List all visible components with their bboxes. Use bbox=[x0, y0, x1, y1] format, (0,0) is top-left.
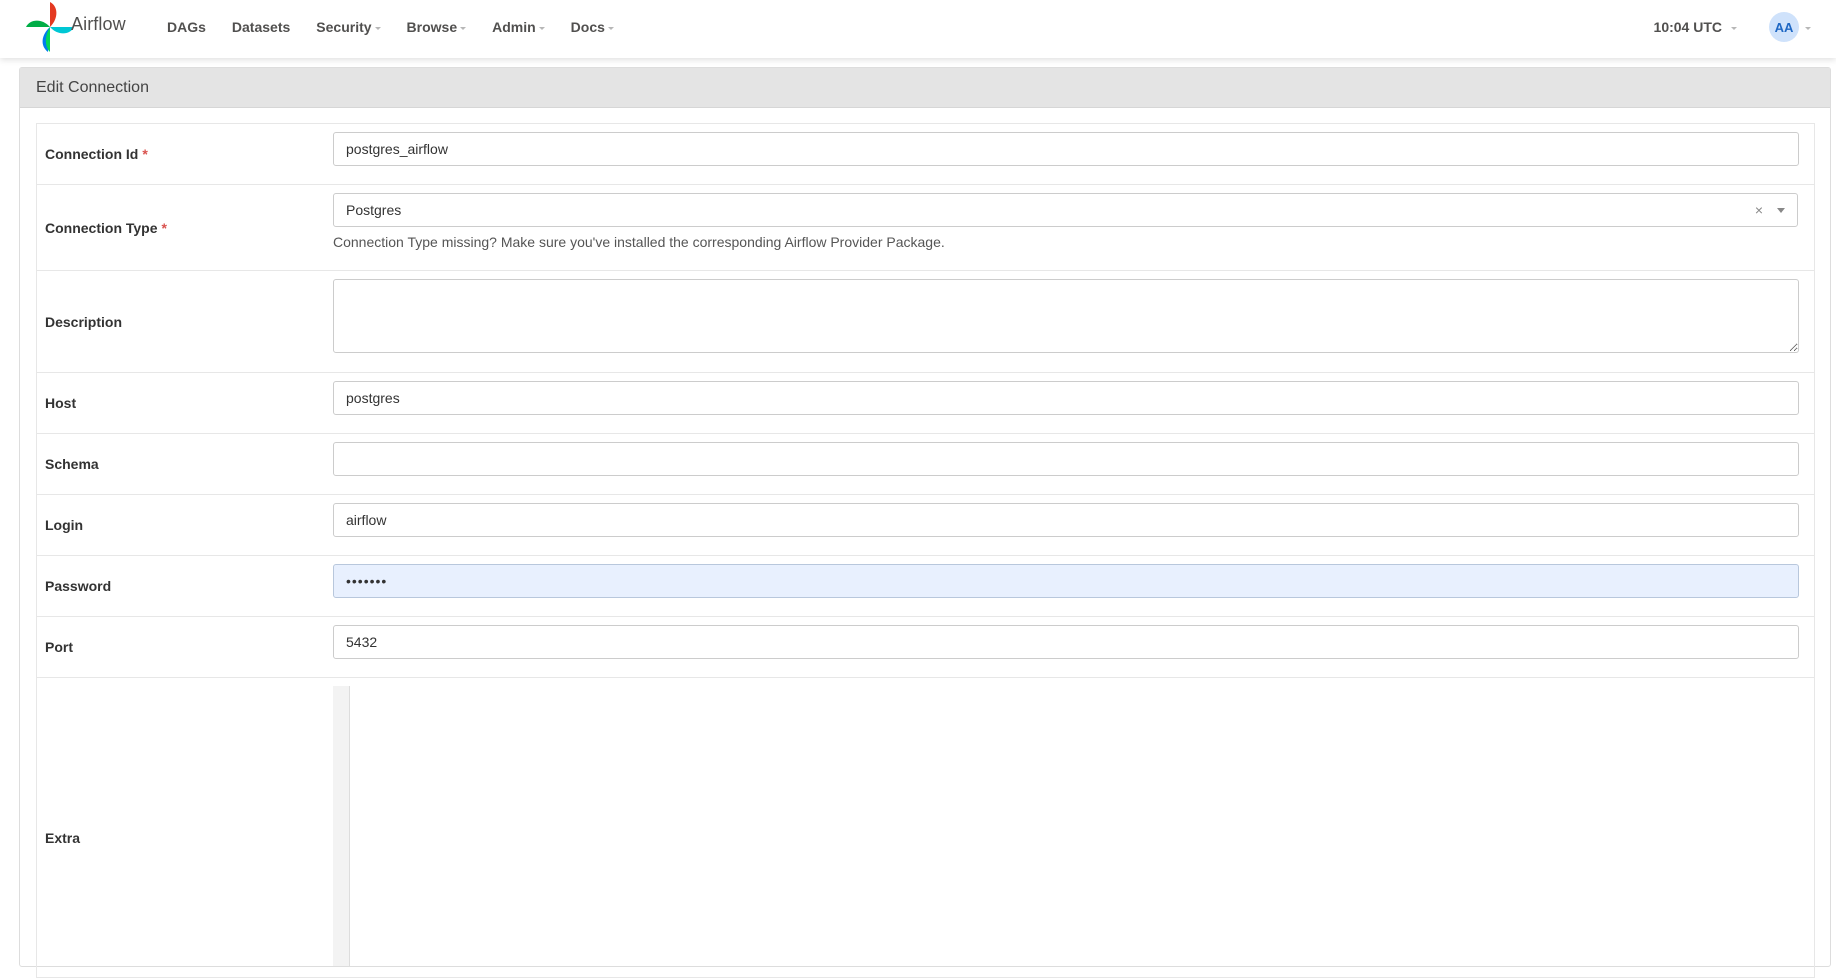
caret-down-icon bbox=[607, 27, 614, 30]
host-input[interactable] bbox=[333, 381, 1799, 415]
connection-type-selected-value: Postgres bbox=[346, 202, 402, 218]
connection-id-label: Connection Id * bbox=[37, 124, 333, 184]
schema-field-cell bbox=[333, 434, 1814, 494]
connection-type-label: Connection Type * bbox=[37, 185, 333, 270]
description-label: Description bbox=[37, 271, 333, 372]
nav-docs-dropdown[interactable]: Docs bbox=[558, 0, 627, 54]
form-row-password: Password bbox=[37, 556, 1814, 617]
login-field-cell bbox=[333, 495, 1814, 555]
nav-docs-label: Docs bbox=[570, 19, 605, 35]
port-label-text: Port bbox=[45, 639, 73, 655]
connection-type-field-cell: Postgres × Connection Type missing? Make… bbox=[333, 185, 1814, 270]
form-row-extra: Extra bbox=[37, 678, 1814, 978]
user-menu-dropdown[interactable]: AA bbox=[1769, 12, 1811, 42]
password-field-cell bbox=[333, 556, 1814, 616]
main-nav: DAGs Datasets Security Browse Admin Docs bbox=[154, 0, 627, 54]
extra-label-text: Extra bbox=[45, 830, 81, 846]
clear-selection-icon[interactable]: × bbox=[1755, 202, 1763, 218]
edit-connection-panel: Edit Connection Connection Id * Connecti… bbox=[19, 67, 1831, 978]
required-marker: * bbox=[161, 219, 167, 236]
dropdown-arrow-icon[interactable] bbox=[1777, 208, 1785, 213]
host-label: Host bbox=[37, 373, 333, 433]
connection-id-field-cell bbox=[333, 124, 1814, 184]
editor-line-gutter bbox=[333, 686, 350, 966]
timezone-clock-dropdown[interactable]: 10:04 UTC bbox=[1654, 19, 1737, 35]
port-field-cell bbox=[333, 617, 1814, 677]
connection-id-label-text: Connection Id bbox=[45, 146, 139, 162]
host-field-cell bbox=[333, 373, 1814, 433]
nav-admin-label: Admin bbox=[492, 19, 536, 35]
nav-browse-dropdown[interactable]: Browse bbox=[394, 0, 480, 54]
form-row-connection-type: Connection Type * Postgres × Connection … bbox=[37, 185, 1814, 271]
extra-field-cell bbox=[333, 678, 1814, 977]
nav-dags[interactable]: DAGs bbox=[154, 0, 219, 54]
connection-type-label-text: Connection Type bbox=[45, 219, 158, 236]
nav-browse-label: Browse bbox=[406, 19, 458, 35]
port-input[interactable] bbox=[333, 625, 1799, 659]
form-row-host: Host bbox=[37, 373, 1814, 434]
connection-form: Connection Id * Connection Type * Postgr… bbox=[36, 123, 1815, 978]
nav-datasets[interactable]: Datasets bbox=[219, 0, 303, 54]
caret-down-icon bbox=[1805, 27, 1811, 30]
brand-name: Airflow bbox=[71, 14, 126, 34]
nav-security-dropdown[interactable]: Security bbox=[303, 0, 393, 54]
description-field-cell bbox=[333, 271, 1814, 372]
nav-dags-label: DAGs bbox=[167, 19, 206, 35]
schema-label-text: Schema bbox=[45, 456, 99, 472]
extra-label: Extra bbox=[37, 678, 333, 977]
description-label-text: Description bbox=[45, 313, 123, 330]
port-label: Port bbox=[37, 617, 333, 677]
connection-type-select[interactable]: Postgres × bbox=[333, 193, 1798, 227]
nav-admin-dropdown[interactable]: Admin bbox=[479, 0, 558, 54]
form-row-description: Description bbox=[37, 271, 1814, 373]
caret-down-icon bbox=[374, 27, 381, 30]
form-row-login: Login bbox=[37, 495, 1814, 556]
description-textarea[interactable] bbox=[333, 279, 1799, 353]
clock-time: 10:04 UTC bbox=[1653, 19, 1722, 35]
connection-id-input[interactable] bbox=[333, 132, 1799, 166]
password-label: Password bbox=[37, 556, 333, 616]
airflow-logo-link[interactable]: Airflow bbox=[26, 0, 126, 54]
login-label: Login bbox=[37, 495, 333, 555]
schema-input[interactable] bbox=[333, 442, 1799, 476]
password-label-text: Password bbox=[45, 578, 112, 594]
form-row-port: Port bbox=[37, 617, 1814, 678]
nav-datasets-label: Datasets bbox=[231, 19, 291, 35]
form-row-schema: Schema bbox=[37, 434, 1814, 495]
login-input[interactable] bbox=[333, 503, 1799, 537]
extra-json-editor[interactable] bbox=[333, 686, 1799, 966]
nav-security-label: Security bbox=[316, 19, 372, 35]
host-label-text: Host bbox=[45, 395, 77, 411]
caret-down-icon bbox=[460, 27, 467, 30]
connection-type-help-text: Connection Type missing? Make sure you'v… bbox=[333, 234, 945, 250]
panel-title: Edit Connection bbox=[20, 68, 1830, 108]
top-navbar: Airflow DAGs Datasets Security Browse Ad… bbox=[0, 0, 1836, 58]
caret-down-icon bbox=[1731, 27, 1737, 30]
form-row-connection-id: Connection Id * bbox=[37, 124, 1814, 185]
password-input[interactable] bbox=[333, 564, 1799, 598]
schema-label: Schema bbox=[37, 434, 333, 494]
nav-right: 10:04 UTC AA bbox=[1654, 0, 1836, 54]
caret-down-icon bbox=[538, 27, 545, 30]
airflow-pinwheel-icon bbox=[26, 2, 74, 52]
avatar: AA bbox=[1769, 12, 1799, 42]
required-marker: * bbox=[142, 146, 148, 162]
login-label-text: Login bbox=[45, 517, 84, 533]
